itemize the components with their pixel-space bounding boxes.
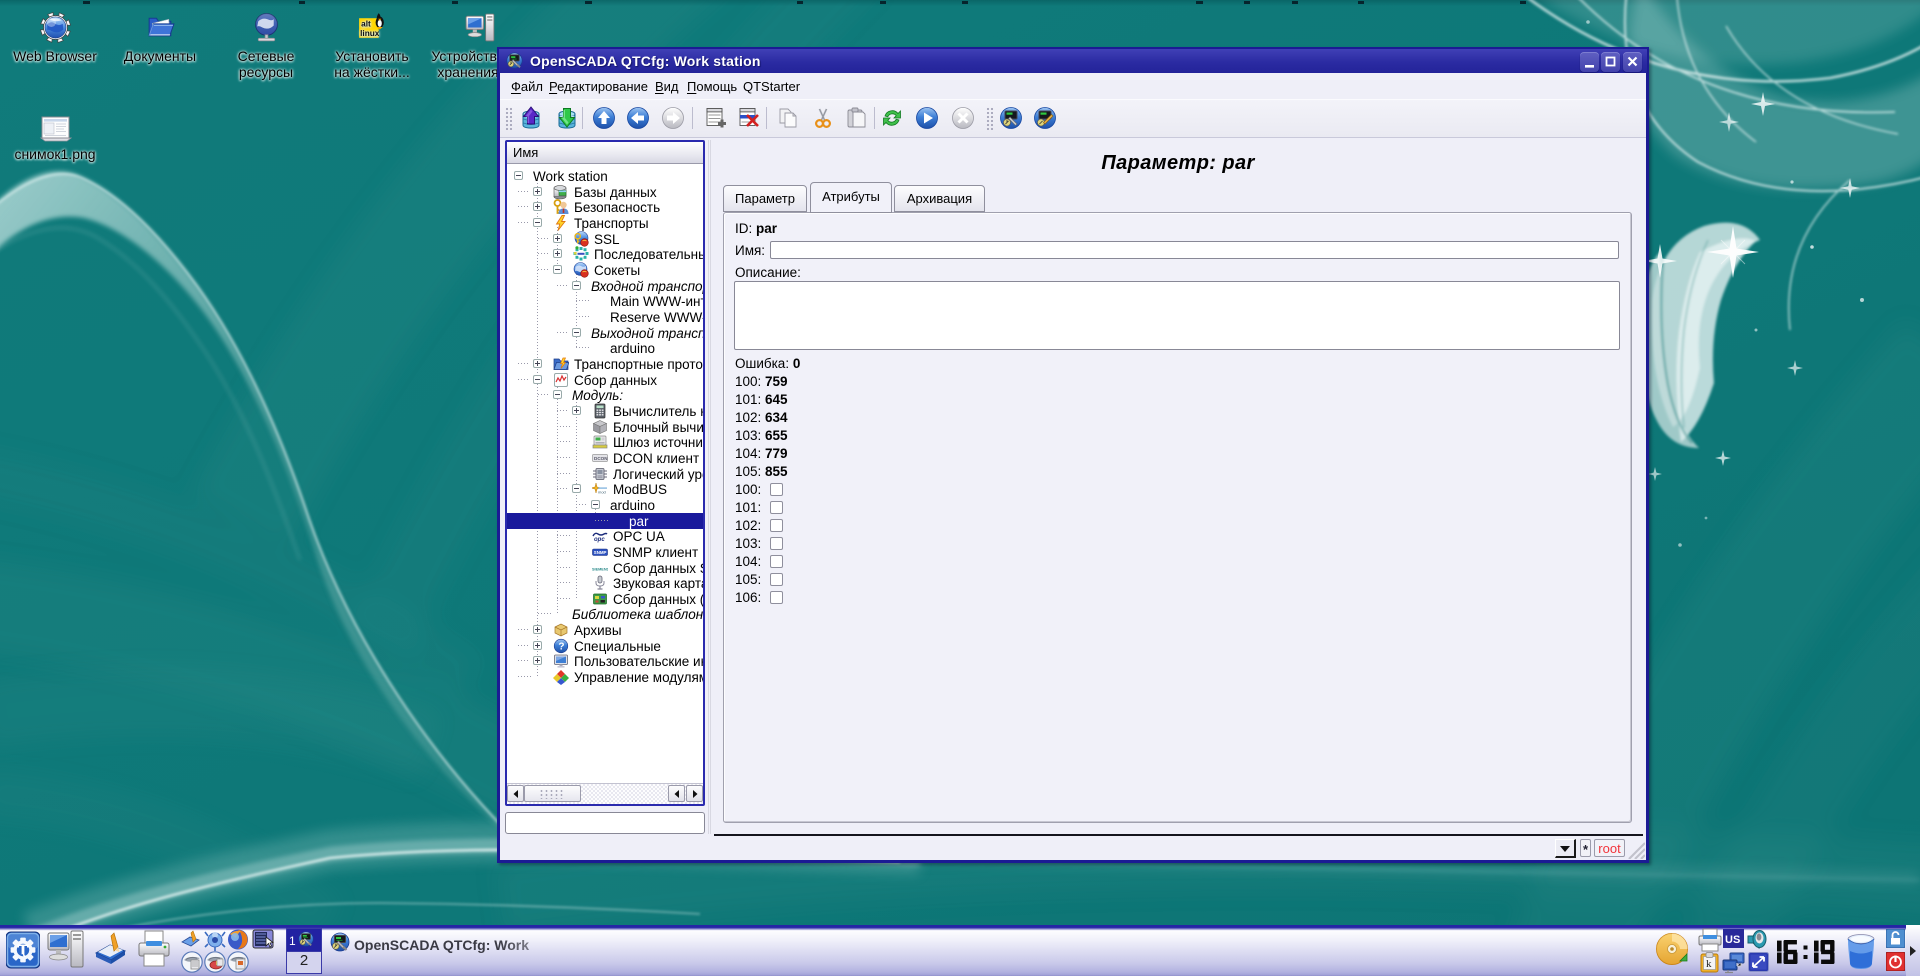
- svg-text:k: k: [1706, 958, 1712, 970]
- svg-text:US: US: [1725, 934, 1740, 946]
